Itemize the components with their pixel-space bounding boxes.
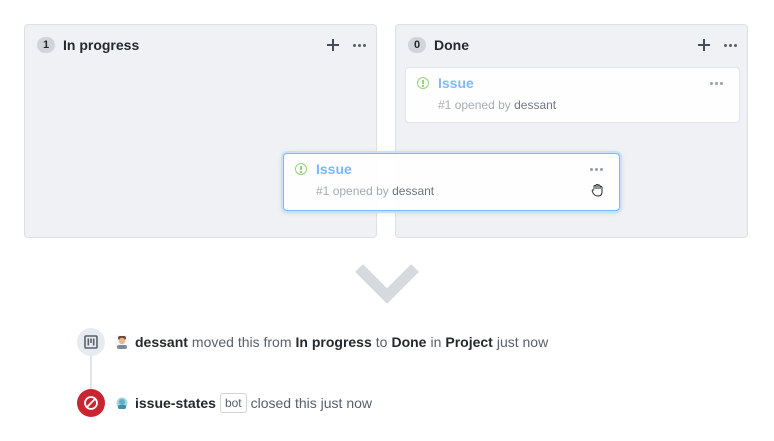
column-count-badge: 1 — [37, 37, 55, 53]
event-text: in — [430, 334, 442, 350]
column-actions — [327, 39, 366, 51]
card-author-link[interactable]: dessant — [392, 184, 434, 198]
issue-number: #1 — [438, 98, 452, 112]
column-menu-kebab-icon[interactable] — [724, 43, 737, 47]
actor-username[interactable]: dessant — [135, 334, 188, 350]
card-author-link[interactable]: dessant — [514, 98, 556, 112]
card-meta: #1 opened by dessant — [438, 98, 556, 112]
event-text: moved this from — [191, 334, 292, 350]
grab-cursor-icon — [591, 184, 603, 197]
avatar[interactable] — [115, 396, 129, 410]
chevron-down-icon — [355, 264, 419, 304]
circle-slash-icon — [77, 389, 105, 417]
bot-badge: bot — [219, 393, 247, 413]
card-menu-kebab-icon[interactable] — [710, 82, 723, 85]
event-timestamp[interactable]: just now — [497, 334, 548, 350]
card-meta: #1 opened by dessant — [316, 184, 434, 198]
event-text: closed this just now — [250, 395, 373, 411]
actor-username[interactable]: issue-states — [135, 395, 216, 411]
card-title[interactable]: Issue — [438, 75, 474, 91]
column-title: In progress — [63, 37, 140, 53]
project-icon — [77, 328, 105, 356]
column-menu-kebab-icon[interactable] — [353, 43, 366, 47]
column-header: 1 In progress — [37, 35, 366, 55]
column-count-badge: 0 — [408, 37, 426, 53]
card-title[interactable]: Issue — [316, 161, 352, 177]
project-link[interactable]: Project — [445, 334, 492, 350]
timeline-event-moved: dessant moved this from In progress to D… — [77, 328, 548, 356]
column-header: 0 Done — [408, 35, 737, 55]
column-title: Done — [434, 37, 469, 53]
issue-opened-icon — [295, 163, 307, 175]
issue-number: #1 — [316, 184, 330, 198]
issue-opened-icon — [417, 77, 429, 89]
add-card-plus-icon[interactable] — [698, 39, 710, 51]
add-card-plus-icon[interactable] — [327, 39, 339, 51]
column-actions — [698, 39, 737, 51]
timeline-event-closed: issue-states bot closed this just now — [77, 389, 372, 417]
from-column: In progress — [295, 334, 372, 350]
timeline-line — [90, 355, 92, 391]
avatar[interactable] — [115, 335, 129, 349]
opened-by-text: opened by — [454, 98, 511, 112]
to-column: Done — [391, 334, 427, 350]
issue-card-placeholder[interactable]: Issue #1 opened by dessant — [405, 67, 740, 123]
issue-card-dragging[interactable]: Issue #1 opened by dessant — [283, 153, 620, 211]
event-text: to — [375, 334, 388, 350]
opened-by-text: opened by — [332, 184, 389, 198]
card-menu-kebab-icon[interactable] — [590, 168, 603, 171]
